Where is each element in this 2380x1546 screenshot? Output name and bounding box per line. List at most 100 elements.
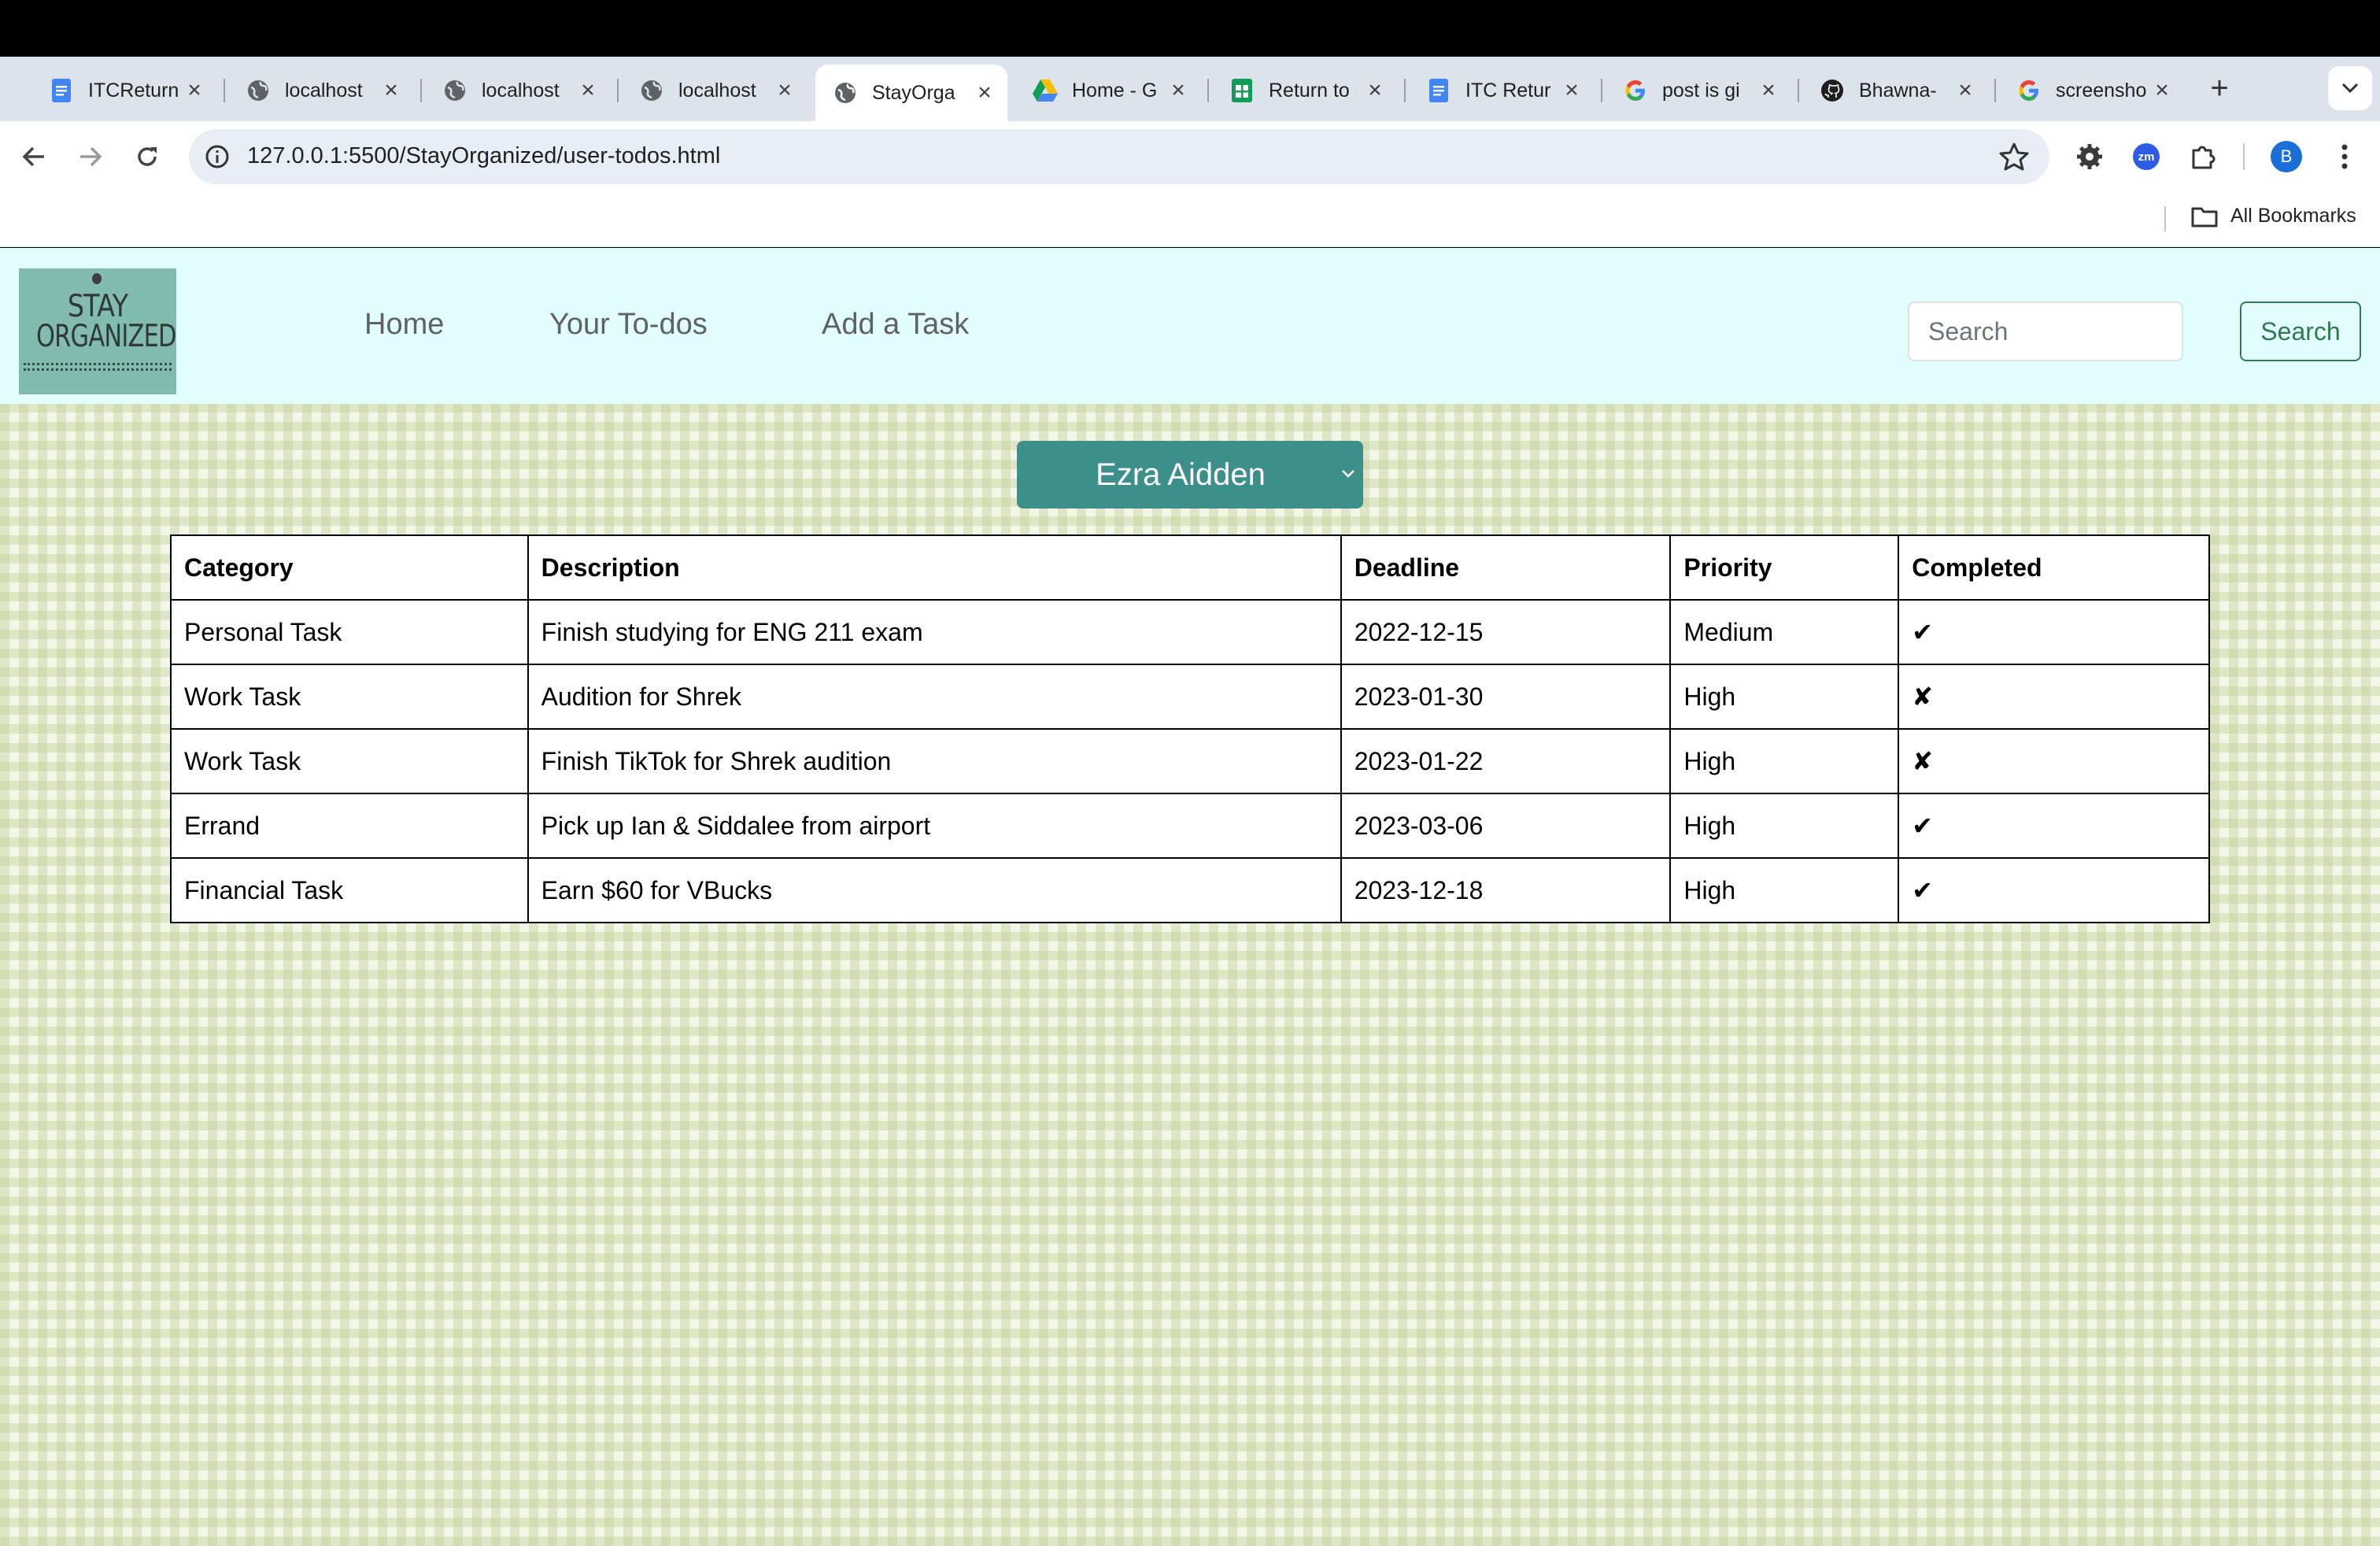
all-bookmarks-button[interactable]: All Bookmarks [2191,205,2356,227]
cell-description: Finish studying for ENG 211 exam [527,599,1342,665]
tab-google-drive[interactable]: Home - G × [1015,65,1201,117]
forward-button[interactable] [72,139,109,175]
header-description: Description [527,534,1342,601]
star-icon[interactable] [1999,142,2029,172]
arrow-left-icon [22,146,44,167]
folder-icon [2191,207,2218,227]
close-icon[interactable]: × [973,80,996,105]
table-row: Financial Task Earn $60 for VBucks 2023-… [170,857,2210,923]
nav-home-link[interactable]: Home [364,308,444,342]
search-button[interactable]: Search [2240,301,2361,361]
table-row: Work Task Finish TikTok for Shrek auditi… [170,728,2210,794]
close-icon[interactable]: × [773,77,796,103]
cell-category: Errand [170,793,529,859]
tab-google-sheets[interactable]: Return to × [1212,65,1398,117]
chevron-down-icon [2341,83,2359,94]
cell-completed-check-icon: ✔ [1898,599,2210,665]
close-icon[interactable]: × [1560,77,1584,103]
tab-separator [617,79,619,102]
menu-button[interactable] [2326,139,2363,175]
tab-separator [420,79,422,102]
cell-description: Pick up Ian & Siddalee from airport [527,793,1342,859]
tab-google-search-2[interactable]: screensho × [1999,65,2185,117]
nav-todos-link[interactable]: Your To-dos [549,308,708,342]
table-row: Personal Task Finish studying for ENG 21… [170,599,2210,665]
tab-title: post is gi [1662,79,1740,102]
page-content: STAY ORGANIZED Home Your To-dos Add a Ta… [0,248,2380,1546]
cell-priority: Medium [1669,599,1900,665]
tab-title: StayOrga [872,81,955,104]
site-logo[interactable]: STAY ORGANIZED [19,268,176,394]
google-docs-icon [49,78,74,103]
user-select-dropdown[interactable]: Ezra Aidden [1017,441,1363,509]
close-icon[interactable]: × [1953,77,1977,103]
info-icon[interactable] [205,144,230,169]
globe-icon [246,78,271,103]
puzzle-icon [2192,146,2216,169]
header-priority: Priority [1669,534,1900,601]
cell-priority: High [1669,793,1900,859]
close-icon[interactable]: × [1757,77,1780,103]
tab-localhost-1[interactable]: localhost × [228,65,414,117]
tab-title: localhost [285,79,363,102]
cell-description: Earn $60 for VBucks [527,857,1342,923]
cell-description: Finish TikTok for Shrek audition [527,728,1342,794]
tab-github[interactable]: Bhawna- × [1802,65,1988,117]
more-vertical-icon [2341,144,2348,169]
logo-pattern [24,363,172,371]
cell-deadline: 2022-12-15 [1340,599,1672,665]
close-icon[interactable]: × [1166,77,1190,103]
cell-priority: High [1669,857,1900,923]
tab-localhost-3[interactable]: localhost × [622,65,808,117]
cell-deadline: 2023-01-30 [1340,664,1672,730]
profile-button[interactable]: B [2268,139,2304,175]
browser-toolbar: 127.0.0.1:5500/StayOrganized/user-todos.… [0,121,2380,192]
url-text[interactable]: 127.0.0.1:5500/StayOrganized/user-todos.… [247,143,720,169]
close-icon[interactable]: × [1363,77,1387,103]
cell-deadline: 2023-01-22 [1340,728,1672,794]
cell-description: Audition for Shrek [527,664,1342,730]
header-deadline: Deadline [1340,534,1672,601]
google-drive-icon [1033,78,1058,103]
cell-completed-check-icon: ✔ [1898,793,2210,859]
todos-table: Category Description Deadline Priority C… [170,534,2210,923]
cell-completed-cross-icon: ✘ [1898,728,2210,794]
table-header-row: Category Description Deadline Priority C… [170,534,2210,601]
tab-separator [1601,79,1602,102]
tab-google-search-1[interactable]: post is gi × [1606,65,1791,117]
back-button[interactable] [16,139,52,175]
globe-icon [833,80,858,105]
cell-category: Work Task [170,664,529,730]
close-icon[interactable]: × [183,77,206,103]
globe-icon [442,78,468,103]
close-icon[interactable]: × [2150,77,2174,103]
cell-category: Financial Task [170,857,529,923]
zoom-icon: zm [2133,143,2160,170]
toolbar-separator [2243,143,2245,170]
tab-title: Bhawna- [1859,79,1937,102]
search-input[interactable] [1908,301,2183,361]
tab-stayorganized[interactable]: StayOrga × [815,65,1007,121]
cell-deadline: 2023-12-18 [1340,857,1672,923]
site-navbar: STAY ORGANIZED Home Your To-dos Add a Ta… [0,248,2380,404]
tab-title: screensho [2056,79,2147,102]
close-icon[interactable]: × [379,77,403,103]
new-tab-button[interactable]: + [2201,69,2238,107]
reload-button[interactable] [129,139,165,175]
extension-gear-icon[interactable] [2071,139,2108,175]
tab-itc-return[interactable]: ITC Retur × [1409,65,1595,117]
google-sheets-icon [1229,78,1255,103]
nav-add-task-link[interactable]: Add a Task [822,308,969,342]
header-completed: Completed [1898,534,2210,601]
extensions-button[interactable] [2185,139,2221,175]
cell-category: Personal Task [170,599,529,665]
avatar: B [2271,141,2302,172]
arrow-right-icon [80,146,102,167]
tab-localhost-2[interactable]: localhost × [425,65,611,117]
tab-search-button[interactable] [2328,66,2372,110]
tab-itcreturn[interactable]: ITCReturn × [31,65,217,117]
close-icon[interactable]: × [576,77,600,103]
bookmarks-separator [2164,206,2166,231]
zoom-extension-button[interactable]: zm [2128,139,2164,175]
address-bar[interactable]: 127.0.0.1:5500/StayOrganized/user-todos.… [189,129,2049,184]
